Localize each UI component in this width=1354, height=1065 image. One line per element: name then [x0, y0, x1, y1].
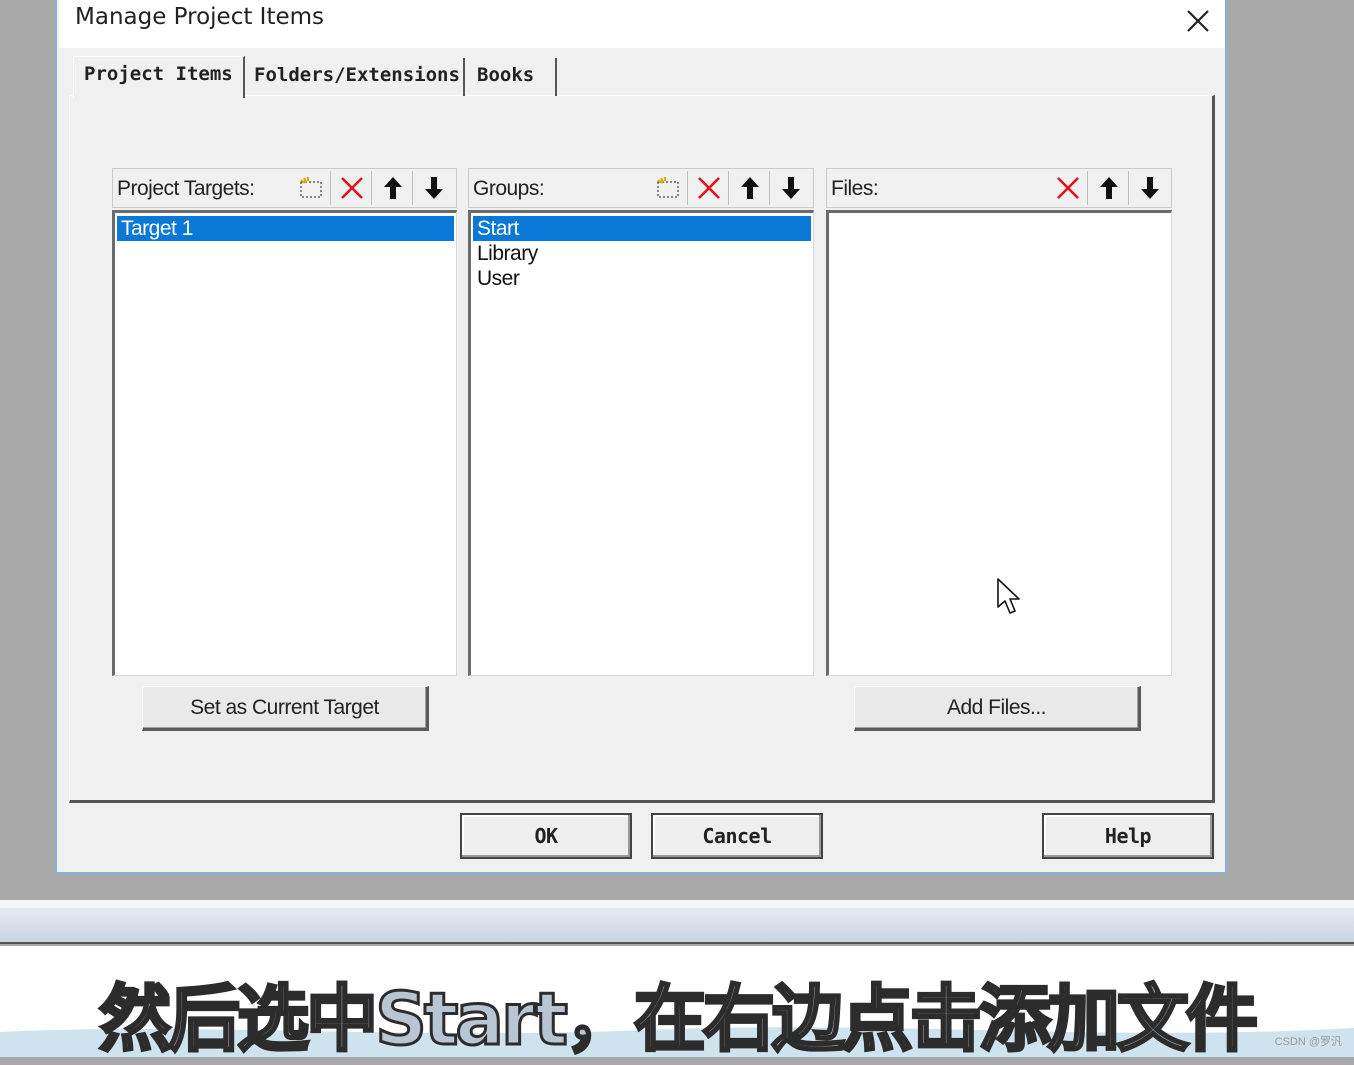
move-group-up-button[interactable]: [730, 171, 770, 205]
tab-books[interactable]: Books: [467, 58, 557, 96]
new-item-icon: [299, 177, 322, 198]
dialog-title: Manage Project Items: [75, 4, 325, 30]
delete-icon: [1056, 177, 1079, 199]
mouse-pointer-icon: [997, 578, 1020, 614]
watermark: CSDN @罗汎: [1274, 1036, 1342, 1048]
targets-header: Project Targets:: [112, 168, 457, 208]
arrow-up-icon: [740, 177, 759, 199]
title-bar: Manage Project Items: [59, 0, 1225, 48]
list-item[interactable]: Library: [473, 241, 811, 266]
video-subtitle: 然后选中Start，在右边点击添加文件: [98, 976, 1260, 1063]
set-current-target-button[interactable]: Set as Current Target: [142, 686, 429, 731]
files-label: Files:: [831, 177, 879, 200]
new-group-button[interactable]: [648, 171, 688, 205]
new-item-icon: [656, 177, 679, 198]
close-icon: [1187, 10, 1209, 32]
move-target-down-button[interactable]: [414, 171, 454, 205]
help-button[interactable]: Help: [1042, 813, 1214, 859]
divider: [0, 900, 1354, 908]
files-header: Files:: [826, 168, 1172, 208]
arrow-up-icon: [383, 177, 402, 199]
arrow-down-icon: [1141, 177, 1159, 199]
delete-icon: [340, 177, 363, 199]
move-file-up-button[interactable]: [1089, 171, 1129, 205]
targets-label: Project Targets:: [117, 177, 255, 200]
move-group-down-button[interactable]: [771, 171, 811, 205]
groups-header: Groups:: [468, 168, 814, 208]
delete-file-button[interactable]: [1048, 171, 1088, 205]
add-files-button[interactable]: Add Files...: [854, 686, 1141, 731]
delete-group-button[interactable]: [689, 171, 729, 205]
tab-folders-extensions[interactable]: Folders/Extensions: [244, 58, 465, 96]
delete-target-button[interactable]: [332, 171, 372, 205]
manage-project-items-dialog: Manage Project Items Project Items Folde…: [55, 0, 1227, 874]
list-item[interactable]: Start: [473, 216, 811, 241]
groups-list[interactable]: Start Library User: [468, 210, 814, 676]
move-file-down-button[interactable]: [1130, 171, 1170, 205]
arrow-down-icon: [425, 177, 443, 199]
tab-project-items[interactable]: Project Items: [73, 56, 245, 98]
delete-icon: [697, 177, 720, 199]
arrow-up-icon: [1099, 177, 1118, 199]
new-target-button[interactable]: [291, 171, 331, 205]
caption-band: [0, 908, 1354, 944]
move-target-up-button[interactable]: [373, 171, 413, 205]
arrow-down-icon: [782, 177, 800, 199]
groups-label: Groups:: [473, 177, 545, 200]
targets-list[interactable]: Target 1: [112, 210, 457, 676]
ok-button[interactable]: OK: [460, 813, 632, 859]
list-item[interactable]: User: [473, 266, 811, 291]
cancel-button[interactable]: Cancel: [651, 813, 823, 859]
close-button[interactable]: [1173, 0, 1223, 44]
list-item[interactable]: Target 1: [117, 216, 454, 241]
